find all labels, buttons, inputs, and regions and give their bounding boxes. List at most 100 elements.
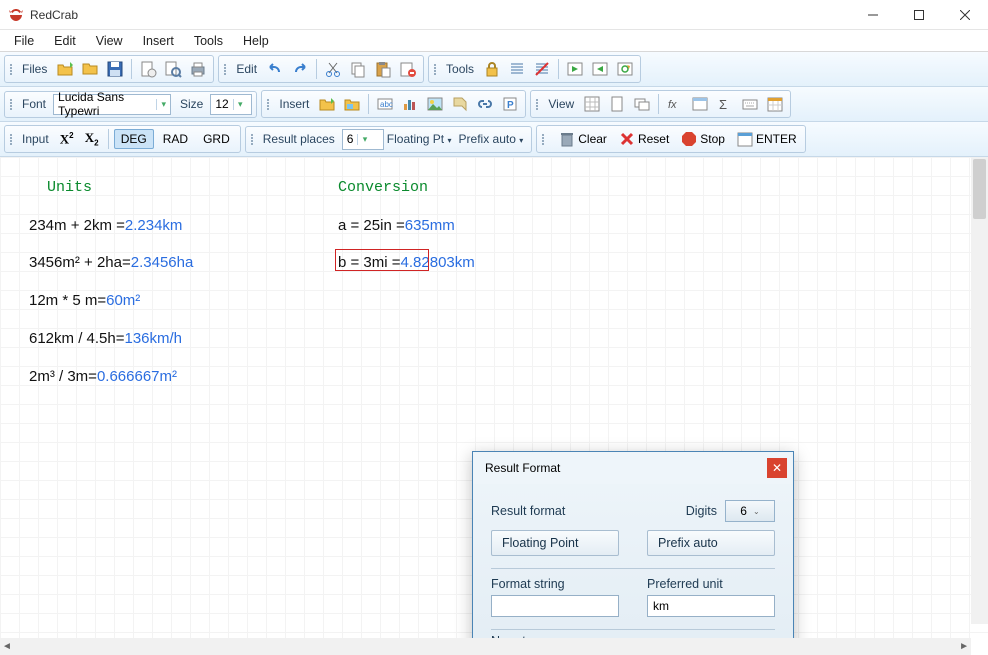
paste-button[interactable] bbox=[372, 58, 394, 80]
separator bbox=[491, 568, 775, 569]
group-insert: Insert abc P bbox=[261, 90, 526, 118]
menu-edit[interactable]: Edit bbox=[44, 32, 86, 50]
result-places-select[interactable]: 6▾ bbox=[342, 129, 384, 150]
view-windows-button[interactable] bbox=[631, 93, 653, 115]
svg-text:abc: abc bbox=[380, 100, 393, 109]
x-icon bbox=[618, 130, 636, 148]
menu-bar: File Edit View Insert Tools Help bbox=[0, 30, 988, 52]
expr-row: 612km / 4.5h=136km/h bbox=[29, 330, 182, 348]
format-string-input[interactable] bbox=[491, 595, 619, 617]
svg-text:P: P bbox=[507, 100, 514, 111]
grip-icon bbox=[10, 134, 16, 145]
view-panel1-button[interactable] bbox=[689, 93, 711, 115]
dialog-close-button[interactable]: ✕ bbox=[767, 458, 787, 478]
menu-help[interactable]: Help bbox=[233, 32, 279, 50]
minimize-button[interactable] bbox=[850, 0, 896, 30]
insert-paragraph-button[interactable]: P bbox=[499, 93, 521, 115]
view-keyboard-button[interactable] bbox=[739, 93, 761, 115]
view-page-button[interactable] bbox=[606, 93, 628, 115]
list-button[interactable] bbox=[506, 58, 528, 80]
menu-insert[interactable]: Insert bbox=[133, 32, 184, 50]
trash-icon bbox=[558, 130, 576, 148]
arrow-left-green-button[interactable] bbox=[589, 58, 611, 80]
dialog-titlebar[interactable]: Result Format ✕ bbox=[473, 452, 793, 484]
dialog-title: Result Format bbox=[485, 461, 560, 475]
worksheet[interactable]: Units Conversion 234m + 2km =2.234km 345… bbox=[0, 157, 988, 641]
menu-view[interactable]: View bbox=[86, 32, 133, 50]
insert-image-folder-button[interactable] bbox=[341, 93, 363, 115]
page-setup-button[interactable] bbox=[137, 58, 159, 80]
group-input: Input X2 X2 DEG RAD GRD bbox=[4, 125, 241, 153]
group-view: View fx Σ bbox=[530, 90, 791, 118]
digits-select[interactable]: 6⌄ bbox=[725, 500, 775, 522]
open-file-button[interactable] bbox=[79, 58, 101, 80]
rad-button[interactable]: RAD bbox=[157, 130, 194, 148]
clear-button[interactable]: Clear bbox=[554, 128, 611, 150]
insert-textbox-button[interactable]: abc bbox=[374, 93, 396, 115]
result-format-label: Result format bbox=[491, 504, 565, 518]
floating-point-button[interactable]: Floating Point bbox=[491, 530, 619, 556]
view-calendar-button[interactable] bbox=[764, 93, 786, 115]
size-select[interactable]: 12▾ bbox=[210, 94, 252, 115]
deg-button[interactable]: DEG bbox=[114, 129, 154, 149]
strike-button[interactable] bbox=[531, 58, 553, 80]
cut-button[interactable] bbox=[322, 58, 344, 80]
group-font: Font Lucida Sans Typewri▾ Size 12▾ bbox=[4, 91, 257, 118]
scroll-left-icon[interactable]: ◄ bbox=[2, 641, 12, 652]
grd-button[interactable]: GRD bbox=[197, 130, 236, 148]
print-preview-button[interactable] bbox=[162, 58, 184, 80]
redo-button[interactable] bbox=[289, 58, 311, 80]
preferred-unit-input[interactable] bbox=[647, 595, 775, 617]
open-folder-button[interactable] bbox=[54, 58, 76, 80]
chevron-down-icon: ▾ bbox=[357, 134, 371, 145]
x-squared-button[interactable]: X2 bbox=[56, 128, 78, 150]
menu-file[interactable]: File bbox=[4, 32, 44, 50]
view-sigma-button[interactable]: Σ bbox=[714, 93, 736, 115]
arrow-right-green-button[interactable] bbox=[564, 58, 586, 80]
floating-pt-dropdown[interactable]: Floating Pt ▾ bbox=[387, 132, 456, 146]
scroll-thumb[interactable] bbox=[973, 159, 986, 219]
input-label: Input bbox=[22, 132, 53, 146]
separator bbox=[131, 59, 132, 79]
stop-button[interactable]: Stop bbox=[676, 128, 729, 150]
view-fx-button[interactable]: fx bbox=[664, 93, 686, 115]
insert-chart-button[interactable] bbox=[399, 93, 421, 115]
lock-button[interactable] bbox=[481, 58, 503, 80]
insert-tag-button[interactable] bbox=[449, 93, 471, 115]
expr-row: 234m + 2km =2.234km bbox=[29, 217, 182, 235]
prefix-auto-dropdown[interactable]: Prefix auto ▾ bbox=[459, 132, 528, 146]
toolbar-row-3: Input X2 X2 DEG RAD GRD Result places 6▾… bbox=[0, 122, 988, 157]
close-button[interactable] bbox=[942, 0, 988, 30]
expr-row: a = 25in =635mm bbox=[338, 217, 455, 235]
refresh-button[interactable] bbox=[614, 58, 636, 80]
scroll-right-icon[interactable]: ► bbox=[959, 641, 969, 652]
font-label: Font bbox=[22, 97, 50, 111]
enter-button[interactable]: ENTER bbox=[732, 128, 801, 150]
insert-picture-button[interactable] bbox=[424, 93, 446, 115]
copy-button[interactable] bbox=[347, 58, 369, 80]
delete-button[interactable] bbox=[397, 58, 419, 80]
save-button[interactable] bbox=[104, 58, 126, 80]
group-actions: Clear Reset Stop ENTER bbox=[536, 125, 805, 153]
undo-button[interactable] bbox=[264, 58, 286, 80]
title-bar: RedCrab bbox=[0, 0, 988, 30]
group-result: Result places 6▾ Floating Pt ▾ Prefix au… bbox=[245, 126, 533, 153]
x-subscript-button[interactable]: X2 bbox=[81, 128, 103, 150]
expr-row: 12m * 5 m=60m² bbox=[29, 292, 140, 310]
reset-button[interactable]: Reset bbox=[614, 128, 673, 150]
format-string-label: Format string bbox=[491, 577, 565, 591]
menu-tools[interactable]: Tools bbox=[184, 32, 233, 50]
view-grid-button[interactable] bbox=[581, 93, 603, 115]
svg-text:fx: fx bbox=[668, 99, 677, 111]
font-select[interactable]: Lucida Sans Typewri▾ bbox=[53, 94, 171, 115]
separator bbox=[491, 629, 775, 630]
vertical-scrollbar[interactable] bbox=[971, 157, 988, 624]
horizontal-scrollbar[interactable]: ◄ ► bbox=[0, 638, 971, 655]
prefix-auto-button[interactable]: Prefix auto bbox=[647, 530, 775, 556]
files-label: Files bbox=[22, 62, 51, 76]
insert-link-button[interactable] bbox=[474, 93, 496, 115]
app-icon bbox=[8, 7, 24, 23]
maximize-button[interactable] bbox=[896, 0, 942, 30]
print-button[interactable] bbox=[187, 58, 209, 80]
insert-folder-button[interactable] bbox=[316, 93, 338, 115]
